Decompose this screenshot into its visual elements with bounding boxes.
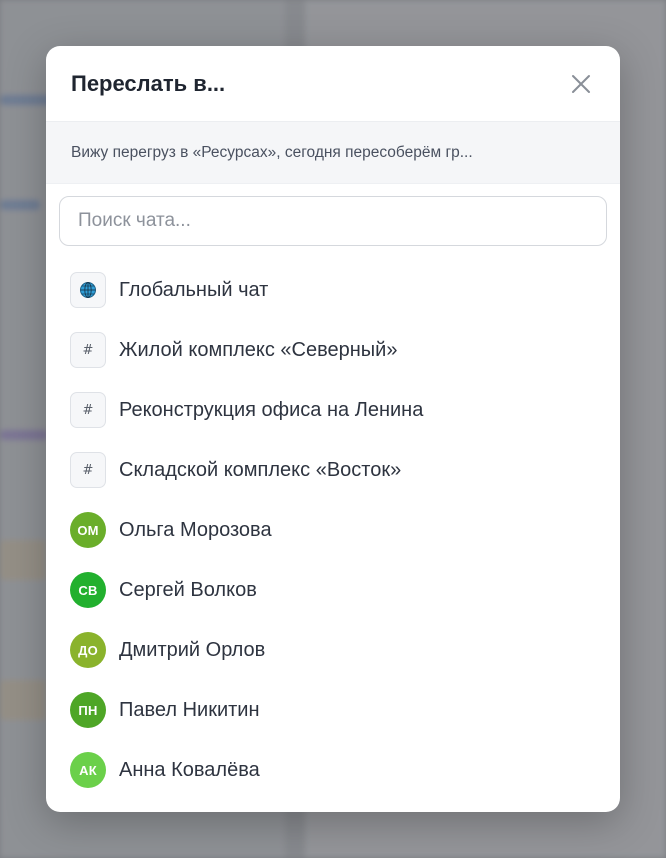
chat-search-input[interactable] [59,196,607,246]
chat-list-item[interactable]: # Жилой комплекс «Северный» [46,320,620,380]
hash-icon: # [70,332,106,368]
hash-icon: # [70,392,106,428]
chat-name: Глобальный чат [119,278,269,301]
avatar: ДО [70,632,106,668]
forward-dialog: Переслать в... Вижу перегруз в «Ресурсах… [46,46,620,812]
close-button[interactable] [566,69,596,99]
hash-icon: # [70,452,106,488]
chat-list-item[interactable]: ДО Дмитрий Орлов [46,620,620,680]
chat-name: Анна Ковалёва [119,758,260,781]
avatar: АК [70,752,106,788]
search-container [46,184,620,246]
avatar: СВ [70,572,106,608]
chat-list-item[interactable]: СВ Сергей Волков [46,560,620,620]
dialog-header: Переслать в... [46,46,620,122]
chat-list-item[interactable]: ПН Павел Никитин [46,680,620,740]
chat-name: Реконструкция офиса на Ленина [119,398,424,421]
chat-list-item[interactable]: # Складской комплекс «Восток» [46,440,620,500]
avatar: ОМ [70,512,106,548]
chat-list-item[interactable]: Глобальный чат [46,260,620,320]
chat-name: Жилой комплекс «Северный» [119,338,398,361]
avatar: ПН [70,692,106,728]
chat-name: Павел Никитин [119,698,260,721]
chat-list-item[interactable]: # Реконструкция офиса на Ленина [46,380,620,440]
close-icon [572,74,590,93]
globe-icon [70,272,106,308]
chat-list-item[interactable]: ОМ Ольга Морозова [46,500,620,560]
chat-name: Дмитрий Орлов [119,638,266,661]
chat-name: Сергей Волков [119,578,257,601]
dialog-title: Переслать в... [71,70,226,96]
chat-list-item[interactable]: АК Анна Ковалёва [46,740,620,800]
message-preview: Вижу перегруз в «Ресурсах», сегодня пере… [46,122,620,184]
chat-list: Глобальный чат # Жилой комплекс «Северный»… [46,246,620,800]
chat-name: Складской комплекс «Восток» [119,458,402,481]
chat-name: Ольга Морозова [119,518,272,541]
